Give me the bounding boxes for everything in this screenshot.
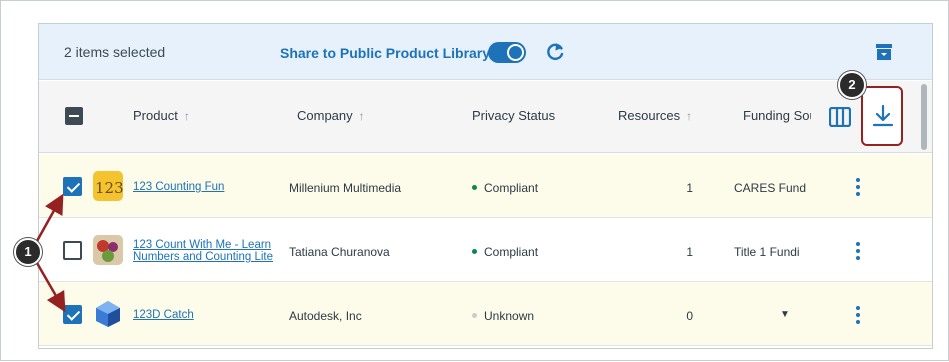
products-table-panel: 2 items selected Share to Public Product…: [38, 23, 933, 349]
row-checkbox[interactable]: [63, 241, 82, 260]
columns-icon[interactable]: [829, 107, 851, 127]
dropdown-caret-icon[interactable]: ▼: [780, 309, 790, 320]
product-logo: [93, 235, 123, 265]
column-header-privacy-status[interactable]: Privacy Status: [472, 108, 555, 123]
column-header-company[interactable]: Company ↑: [297, 108, 365, 123]
download-button[interactable]: [861, 86, 903, 146]
resources-count: 1: [686, 181, 693, 195]
sort-arrow-icon: ↑: [686, 109, 693, 123]
more-options-icon[interactable]: [855, 306, 861, 324]
product-link[interactable]: 123D Catch: [133, 309, 283, 321]
screenshot-frame: 2 items selected Share to Public Product…: [0, 0, 949, 361]
status-dot: [472, 313, 477, 319]
refresh-icon[interactable]: [543, 40, 567, 64]
row-checkbox[interactable]: [63, 305, 82, 324]
status-dot: [472, 185, 477, 191]
table-row: 123 123 Counting Fun Millenium Multimedi…: [39, 154, 932, 218]
row-checkbox[interactable]: [63, 177, 82, 196]
download-icon: [872, 104, 894, 127]
privacy-status: Unknown: [472, 309, 534, 323]
company-name: Autodesk, Inc: [289, 309, 362, 323]
funding-source: CARES Fundi: [734, 181, 806, 195]
privacy-status: Compliant: [472, 245, 538, 259]
callout-2: 2: [838, 71, 866, 99]
product-link[interactable]: 123 Counting Fun: [133, 181, 283, 193]
column-header-product[interactable]: Product ↑: [133, 108, 190, 123]
resources-count: 0: [686, 309, 693, 323]
more-options-icon[interactable]: [855, 242, 861, 260]
product-link[interactable]: 123 Count With Me - Learn Numbers and Cou…: [133, 239, 283, 263]
resources-count: 1: [686, 245, 693, 259]
more-options-icon[interactable]: [855, 178, 861, 196]
table-header: Product ↑ Company ↑ Privacy Status Resourc…: [39, 81, 932, 153]
sort-arrow-icon: ↑: [183, 109, 190, 123]
select-all-checkbox[interactable]: [65, 107, 83, 125]
column-header-funding-source[interactable]: Funding Sou: [743, 108, 811, 123]
status-dot: [472, 249, 477, 255]
archive-icon[interactable]: [875, 43, 893, 61]
toggle-knob: [507, 44, 524, 61]
privacy-status: Compliant: [472, 181, 538, 195]
share-public-library-label: Share to Public Product Library: [280, 45, 491, 61]
selection-bar: 2 items selected Share to Public Product…: [39, 24, 932, 80]
callout-1: 1: [14, 238, 42, 266]
scrollbar[interactable]: [921, 84, 927, 150]
selected-count: 2 items selected: [64, 44, 166, 60]
funding-source: Title 1 Fundi: [734, 245, 800, 259]
table-row: 123 Count With Me - Learn Numbers and Cou…: [39, 218, 932, 282]
product-logo: 123: [93, 171, 123, 201]
sort-arrow-icon: ↑: [358, 109, 365, 123]
company-name: Tatiana Churanova: [289, 245, 390, 259]
product-logo: [96, 301, 120, 327]
table-row: 123D Catch Autodesk, Inc Unknown 0 ▼: [39, 282, 932, 346]
svg-text:123: 123: [95, 179, 123, 197]
company-name: Millenium Multimedia: [289, 181, 402, 195]
column-header-resources[interactable]: Resources ↑: [618, 108, 692, 123]
share-toggle[interactable]: [488, 42, 526, 63]
